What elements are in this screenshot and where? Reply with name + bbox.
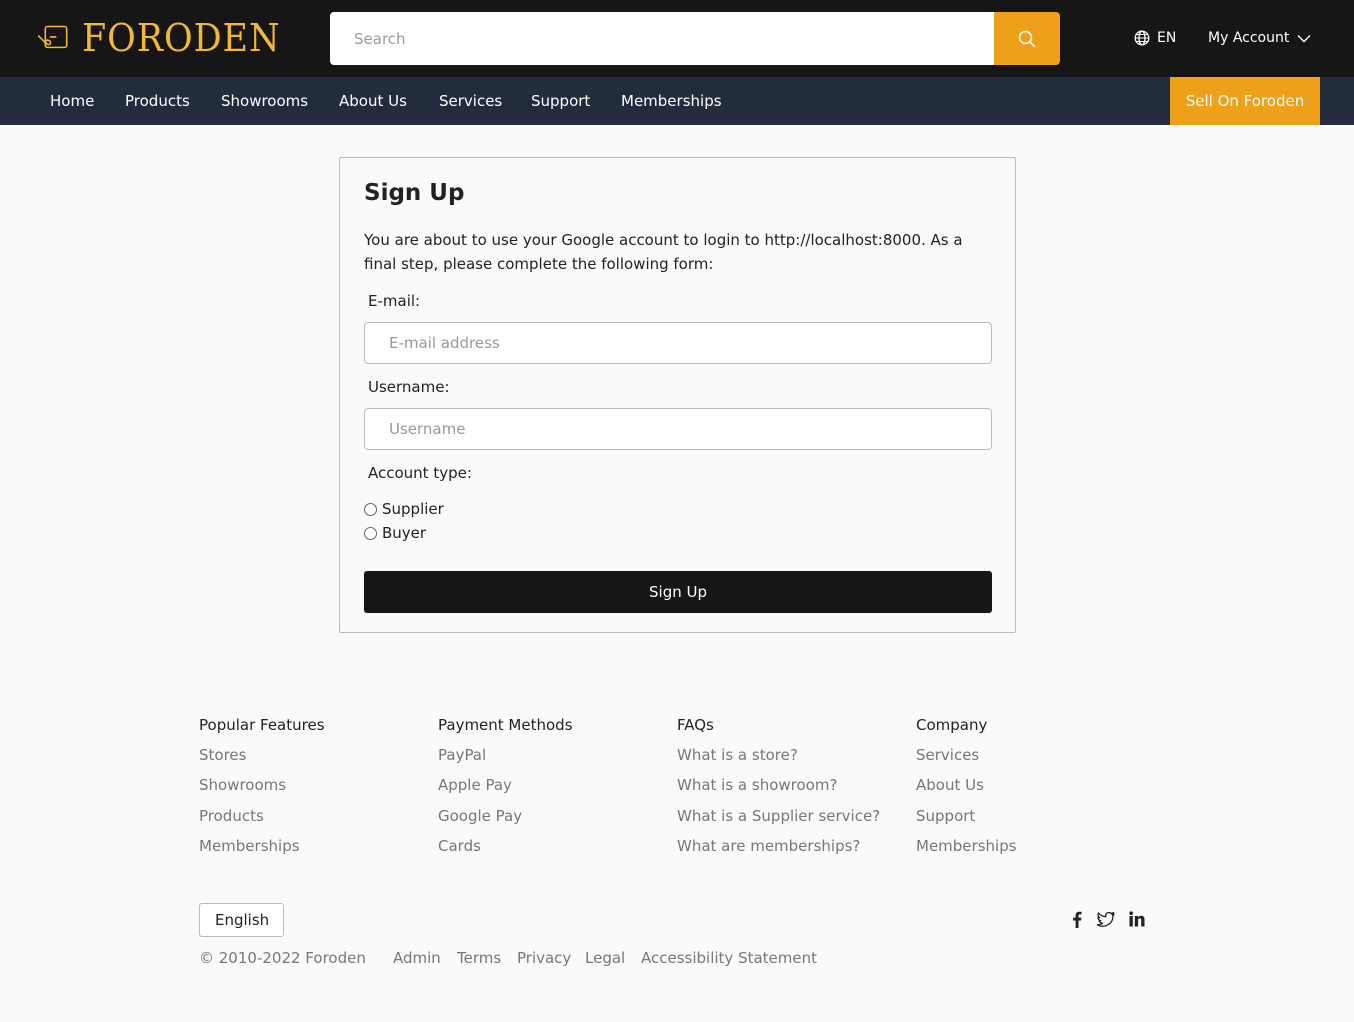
main-nav: Home Products Showrooms About Us Service… [0,77,1354,125]
footer-link[interactable]: Memberships [199,835,300,857]
account-label: My Account [1208,30,1290,46]
footer-bottom-link-privacy[interactable]: Privacy [517,947,571,969]
footer-link[interactable]: Support [916,805,975,827]
signup-card: Sign Up You are about to use your Google… [339,157,1016,633]
footer-link[interactable]: Showrooms [199,774,286,796]
linkedin-glyph [1129,911,1145,927]
facebook-glyph [1073,911,1082,928]
footer-column-payment-methods: Payment Methods PayPal Apple Pay Google … [438,714,573,855]
language-switcher[interactable]: EN [1134,26,1176,50]
nav-memberships[interactable]: Memberships [621,77,722,125]
buyer-radio[interactable] [364,526,377,540]
footer-bottom-link-legal[interactable]: Legal [585,947,625,969]
username-field[interactable] [364,408,992,450]
brand-logo[interactable]: FORODEN [38,14,298,62]
footer-column-heading: Payment Methods [438,716,573,734]
globe-icon [1134,30,1150,46]
footer-bottom-link-terms[interactable]: Terms [457,947,501,969]
brand-name: FORODEN [82,16,281,60]
footer-column-heading: Company [916,716,988,734]
nav-products[interactable]: Products [125,77,190,125]
footer-link[interactable]: Memberships [916,835,1017,857]
footer-column-heading: FAQs [677,716,714,734]
logo-mark-icon [38,25,68,49]
footer-link[interactable]: Products [199,805,264,827]
nav-support[interactable]: Support [531,77,590,125]
footer-column-popular-features: Popular Features Stores Showrooms Produc… [199,714,325,855]
search-bar [330,12,1060,65]
footer-link[interactable]: About Us [916,774,984,796]
footer-link[interactable]: Stores [199,744,246,766]
username-label: Username: [368,378,450,396]
signup-submit-button[interactable]: Sign Up [364,571,992,613]
top-bar: FORODEN EN My Account [0,0,1354,77]
nav-home[interactable]: Home [50,77,94,125]
footer-column-company: Company Services About Us Support Member… [916,714,1017,855]
footer-link[interactable]: Apple Pay [438,774,512,796]
search-button[interactable] [994,12,1060,65]
footer-language-select[interactable]: English [199,903,284,937]
supplier-radio[interactable] [364,502,377,516]
buyer-radio-label: Buyer [382,524,427,542]
footer-column-heading: Popular Features [199,716,325,734]
footer-link[interactable]: What is a showroom? [677,774,837,796]
copyright: © 2010-2022 Foroden [199,949,366,967]
chevron-down-icon [1297,34,1311,42]
footer-link[interactable]: Google Pay [438,805,522,827]
facebook-icon[interactable] [1068,910,1086,928]
footer-column-faqs: FAQs What is a store? What is a showroom… [677,714,880,855]
email-field[interactable] [364,322,992,364]
account-type-buyer-option[interactable]: Buyer [364,524,426,542]
footer-link[interactable]: What are memberships? [677,835,860,857]
footer-link[interactable]: What is a Supplier service? [677,805,880,827]
email-label: E-mail: [368,292,421,310]
nav-services[interactable]: Services [439,77,502,125]
nav-showrooms[interactable]: Showrooms [221,77,308,125]
search-icon [1018,30,1036,47]
footer-link[interactable]: Services [916,744,979,766]
footer-bottom-link-admin[interactable]: Admin [393,947,441,969]
page-title: Sign Up [364,180,465,206]
footer-link[interactable]: PayPal [438,744,486,766]
linkedin-icon[interactable] [1128,910,1146,928]
signup-intro-text: You are about to use your Google account… [364,231,963,273]
search-input[interactable] [330,12,994,65]
nav-about-us[interactable]: About Us [339,77,407,125]
footer-bottom-link-accessibility[interactable]: Accessibility Statement [641,947,817,969]
twitter-icon[interactable] [1097,910,1115,928]
sell-on-foroden-button[interactable]: Sell On Foroden [1170,77,1320,125]
language-label: EN [1157,30,1177,46]
twitter-glyph [1097,911,1115,927]
account-type-label: Account type: [368,464,472,482]
supplier-radio-label: Supplier [382,500,444,518]
footer-link[interactable]: Cards [438,835,481,857]
footer-link[interactable]: What is a store? [677,744,798,766]
my-account-menu[interactable]: My Account [1208,26,1311,50]
account-type-supplier-option[interactable]: Supplier [364,500,444,518]
